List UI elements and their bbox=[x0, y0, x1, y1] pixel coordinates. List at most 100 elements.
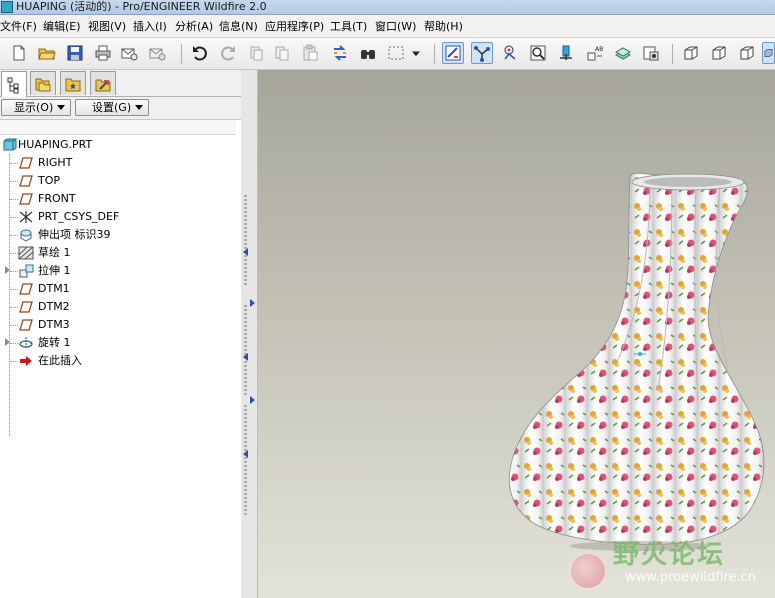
menu-window[interactable]: 窗口(W) bbox=[375, 19, 416, 34]
undo-icon[interactable] bbox=[189, 42, 211, 64]
tree-item-label: 旋转 1 bbox=[38, 336, 71, 349]
datum-plane-icon bbox=[18, 318, 34, 332]
menu-view[interactable]: 视图(V) bbox=[88, 19, 126, 34]
datum-plane-icon bbox=[18, 192, 34, 206]
forum-watermark: 野火论坛 www.proewildfire.cn bbox=[569, 532, 771, 594]
expand-arrow-icon[interactable] bbox=[5, 338, 10, 346]
window-title: HUAPING (活动的) - Pro/ENGINEER Wildfire 2.… bbox=[16, 0, 267, 13]
find-icon[interactable] bbox=[357, 42, 379, 64]
folder-tree-icon bbox=[35, 78, 51, 91]
tree-item-label: 拉伸 1 bbox=[38, 264, 71, 277]
tab-connections[interactable] bbox=[90, 71, 116, 95]
navigator-tabs bbox=[0, 70, 241, 97]
menu-applications[interactable]: 应用程序(P) bbox=[265, 19, 324, 34]
menu-file[interactable]: 文件(F) bbox=[0, 19, 37, 34]
tree-item-label: 伸出项 标识39 bbox=[38, 228, 111, 241]
menu-insert[interactable]: 插入(I) bbox=[133, 19, 167, 34]
menu-tools[interactable]: 工具(T) bbox=[330, 19, 367, 34]
expand-arrow-icon[interactable] bbox=[5, 266, 10, 274]
title-bar: HUAPING (活动的) - Pro/ENGINEER Wildfire 2.… bbox=[0, 0, 775, 15]
tree-item-label: DTM1 bbox=[38, 282, 70, 295]
wireframe-cube-icon[interactable] bbox=[680, 42, 702, 64]
dropdown-arrow-icon[interactable] bbox=[409, 42, 423, 64]
shaded-cube-icon[interactable] bbox=[762, 42, 775, 64]
redo-icon[interactable] bbox=[217, 42, 239, 64]
collapse-left-icon[interactable] bbox=[243, 353, 248, 361]
zoom-box-icon[interactable] bbox=[527, 42, 549, 64]
tree-item-label: DTM3 bbox=[38, 318, 70, 331]
paste-icon[interactable] bbox=[299, 42, 321, 64]
tree-connector-line bbox=[10, 181, 18, 182]
cut-icon[interactable] bbox=[245, 42, 267, 64]
tree-root-label: HUAPING.PRT bbox=[18, 138, 93, 151]
new-file-icon[interactable] bbox=[8, 42, 30, 64]
tree-connector-line bbox=[10, 343, 18, 344]
collapse-left-icon[interactable] bbox=[243, 450, 248, 458]
tree-item-label: RIGHT bbox=[38, 156, 73, 169]
datum-planes-icon[interactable] bbox=[442, 42, 464, 64]
model-tree-icon bbox=[7, 77, 19, 93]
coordinate-system-icon bbox=[18, 210, 34, 224]
tree-connector-line bbox=[10, 289, 18, 290]
expand-right-icon[interactable] bbox=[250, 396, 255, 404]
regenerate-icon[interactable] bbox=[329, 42, 351, 64]
datum-plane-icon bbox=[18, 174, 34, 188]
menu-info[interactable]: 信息(N) bbox=[219, 19, 258, 34]
tab-folder-browser[interactable] bbox=[30, 71, 56, 95]
tree-connector-line bbox=[10, 325, 18, 326]
panel-splitter[interactable] bbox=[241, 70, 258, 598]
print-icon[interactable] bbox=[92, 42, 114, 64]
tree-connector-line bbox=[10, 307, 18, 308]
open-file-icon[interactable] bbox=[36, 42, 58, 64]
zoom-in-icon[interactable] bbox=[555, 42, 577, 64]
send-mail-icon[interactable] bbox=[118, 42, 140, 64]
forum-logo-icon bbox=[569, 552, 607, 590]
vase-model[interactable] bbox=[258, 70, 775, 598]
expand-right-icon[interactable] bbox=[250, 299, 255, 307]
tree-controls: 显示(O) 设置(G) bbox=[0, 97, 241, 120]
tree-item-label: FRONT bbox=[38, 192, 76, 205]
part-icon bbox=[2, 138, 18, 152]
save-icon[interactable] bbox=[64, 42, 86, 64]
tab-favorites[interactable] bbox=[60, 71, 86, 95]
annotation-icon[interactable]: AB bbox=[584, 42, 606, 64]
main-toolbar: AB bbox=[0, 38, 775, 70]
protrusion-icon bbox=[18, 228, 34, 242]
watermark-title: 野火论坛 bbox=[613, 540, 726, 570]
saved-views-icon[interactable] bbox=[640, 42, 662, 64]
tab-model-tree[interactable] bbox=[1, 71, 27, 97]
menu-bar: 文件(F) 编辑(E) 视图(V) 插入(I) 分析(A) 信息(N) 应用程序… bbox=[0, 15, 775, 38]
watermark-url: www.proewildfire.cn bbox=[625, 570, 756, 585]
layers-icon[interactable] bbox=[612, 42, 634, 64]
no-hidden-cube-icon[interactable] bbox=[736, 42, 758, 64]
menu-edit[interactable]: 编辑(E) bbox=[43, 19, 81, 34]
copy-icon[interactable] bbox=[271, 42, 293, 64]
tree-item-label: DTM2 bbox=[38, 300, 70, 313]
settings-dropdown-button[interactable]: 设置(G) bbox=[75, 99, 149, 116]
favorites-folder-icon bbox=[65, 78, 81, 91]
tree-connector-line bbox=[10, 253, 18, 254]
revolve-icon bbox=[18, 336, 34, 350]
splitter-grip bbox=[244, 195, 247, 285]
extrude-icon bbox=[18, 264, 34, 278]
toolbar-separator bbox=[434, 44, 435, 64]
select-box-icon[interactable] bbox=[385, 42, 407, 64]
sketch-icon bbox=[18, 246, 34, 260]
tree-connector-line bbox=[10, 163, 18, 164]
graphics-window[interactable]: 野火论坛 www.proewildfire.cn bbox=[258, 70, 775, 598]
tree-connector-line bbox=[10, 217, 18, 218]
show-dropdown-button[interactable]: 显示(O) bbox=[1, 99, 71, 116]
datum-points-icon[interactable] bbox=[499, 42, 521, 64]
tree-item-label: TOP bbox=[38, 174, 61, 187]
tree-connector-line bbox=[10, 199, 18, 200]
menu-analysis[interactable]: 分析(A) bbox=[175, 19, 213, 34]
collapse-left-icon[interactable] bbox=[243, 248, 248, 256]
tree-connector-line bbox=[9, 154, 10, 436]
datum-axes-icon[interactable] bbox=[471, 42, 493, 64]
hidden-line-cube-icon[interactable] bbox=[708, 42, 730, 64]
tree-item-label: 草绘 1 bbox=[38, 246, 71, 259]
settings-button-label: 设置(G) bbox=[92, 101, 132, 114]
menu-help[interactable]: 帮助(H) bbox=[424, 19, 463, 34]
mail-attach-icon[interactable] bbox=[146, 42, 168, 64]
connections-icon bbox=[95, 79, 111, 91]
